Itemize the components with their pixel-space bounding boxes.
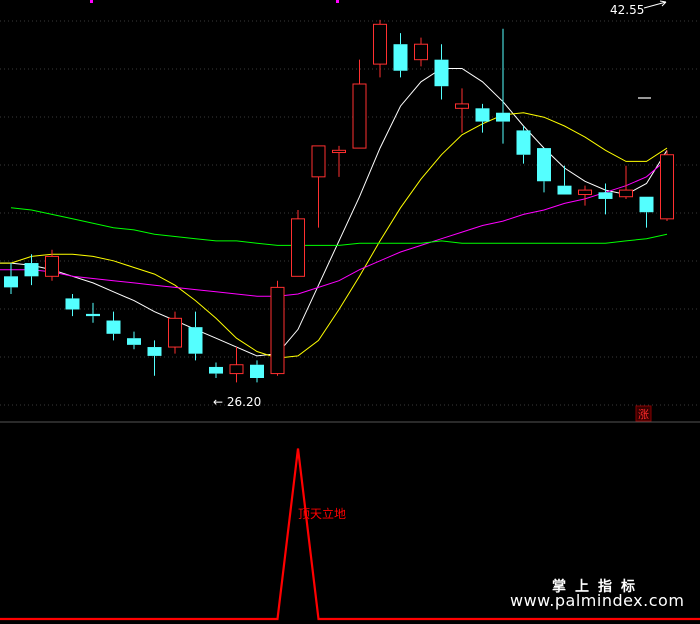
- candle: [414, 37, 428, 67]
- low-price-label: ← 26.20: [213, 395, 261, 409]
- candle: [434, 44, 449, 100]
- candle: [660, 150, 674, 222]
- candle: [578, 185, 592, 206]
- candle: [127, 331, 141, 350]
- high-arrow-icon: [643, 0, 667, 9]
- candle: [86, 302, 100, 323]
- candle: [188, 311, 203, 361]
- candle: [229, 347, 244, 383]
- indicator-signal-label: 顶天立地: [298, 506, 346, 521]
- marker-dot: [336, 0, 339, 3]
- candle: [557, 165, 572, 195]
- candle: [475, 103, 490, 133]
- candle: [65, 294, 80, 317]
- ma-line: [0, 68, 668, 357]
- candle: [455, 88, 469, 133]
- candle: [24, 254, 39, 286]
- candle: [311, 145, 326, 228]
- rise-badge-text: 涨: [638, 408, 649, 421]
- candle: [147, 340, 162, 376]
- top-markers: [90, 0, 339, 3]
- watermark-url: www.palmindex.com: [510, 591, 685, 610]
- candle: [393, 33, 408, 78]
- candle: [168, 311, 182, 354]
- price-gridlines: [0, 20, 700, 406]
- chart-canvas: 顶天立地 42.55 ← 26.20 涨: [0, 0, 700, 621]
- candle: [4, 263, 18, 294]
- candle: [270, 280, 285, 376]
- candle: [537, 148, 551, 193]
- candle: [209, 362, 223, 378]
- ma-line: [0, 112, 668, 359]
- candle: [106, 311, 121, 341]
- candle: [291, 210, 305, 277]
- high-price-label: 42.55: [610, 3, 644, 17]
- candle: [496, 28, 510, 144]
- candle: [352, 59, 367, 149]
- candle: [639, 196, 654, 228]
- ma-line: [0, 158, 668, 297]
- candle: [332, 145, 346, 177]
- candle: [619, 165, 633, 199]
- candle: [516, 126, 531, 164]
- candle: [250, 360, 264, 383]
- marker-dot: [90, 0, 93, 3]
